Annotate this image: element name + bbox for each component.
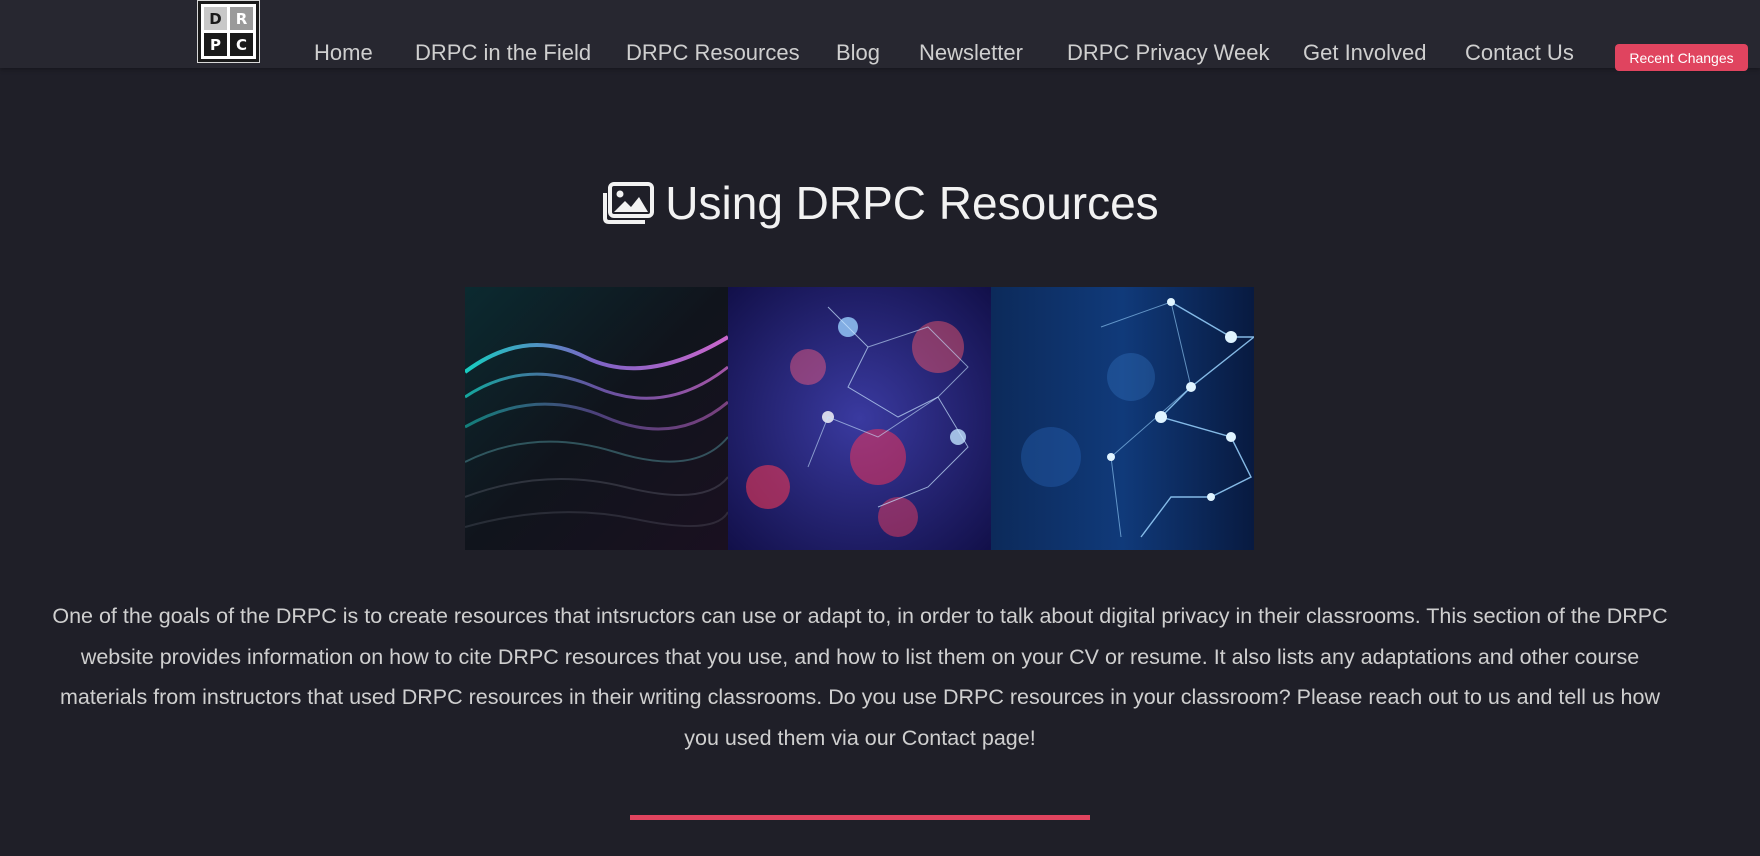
nav-item-drpc-privacy-week[interactable]: DRPC Privacy Week [1067, 40, 1270, 66]
nav-item-contact-us[interactable]: Contact Us [1465, 40, 1574, 66]
logo-letter-c: C [230, 33, 253, 56]
nav-item-drpc-in-the-field[interactable]: DRPC in the Field [415, 40, 591, 66]
recent-changes-button[interactable]: Recent Changes [1615, 44, 1748, 71]
page-title-row: Using DRPC Resources [0, 176, 1760, 230]
intro-paragraph: One of the goals of the DRPC is to creat… [52, 604, 1668, 750]
images-icon [601, 181, 655, 225]
page-title: Using DRPC Resources [665, 177, 1159, 229]
drpc-logo[interactable]: D R P C [197, 0, 260, 63]
nav-item-blog[interactable]: Blog [836, 40, 880, 66]
nav-item-get-involved[interactable]: Get Involved [1303, 40, 1427, 66]
blue-network-image [991, 287, 1254, 550]
nav-item-home[interactable]: Home [314, 40, 373, 66]
hero-image-strip [465, 287, 1254, 550]
section-divider [630, 815, 1090, 820]
top-navigation-bar: D R P C Home DRPC in the Field DRPC Reso… [0, 0, 1760, 71]
logo-letter-p: P [204, 33, 227, 56]
logo-letter-r: R [230, 7, 253, 30]
network-bokeh-image [728, 287, 991, 550]
nav-item-newsletter[interactable]: Newsletter [919, 40, 1023, 66]
logo-letter-d: D [204, 7, 227, 30]
nav-item-drpc-resources[interactable]: DRPC Resources [626, 40, 800, 66]
data-wave-image [465, 287, 728, 550]
